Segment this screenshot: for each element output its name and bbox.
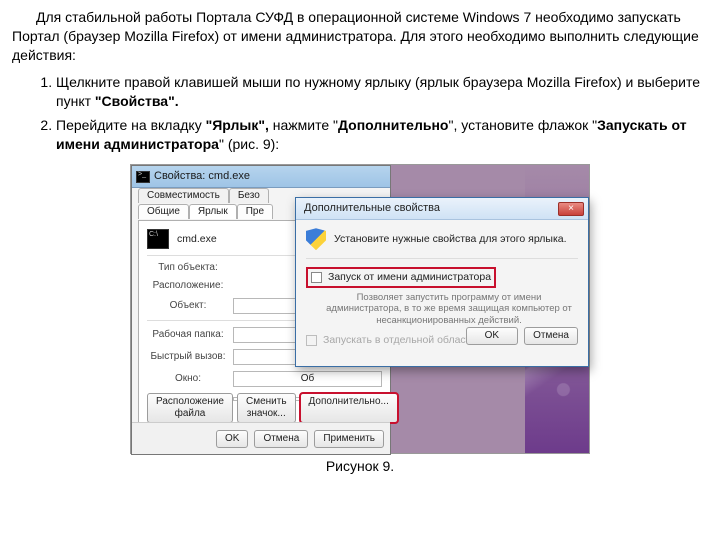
addl-ok-button[interactable]: OK: [466, 327, 518, 345]
open-location-button[interactable]: Расположение файла: [147, 393, 233, 423]
addl-titlebar[interactable]: Дополнительные свойства ×: [296, 198, 588, 220]
run-as-admin-checkbox[interactable]: [311, 272, 322, 283]
step-2: Перейдите на вкладку "Ярлык", нажмите "Д…: [56, 116, 708, 154]
figure-caption: Рисунок 9.: [12, 458, 708, 474]
step-2-c: нажмите ": [269, 117, 338, 133]
addl-cancel-button[interactable]: Отмена: [524, 327, 578, 345]
tab-compat[interactable]: Совместимость: [138, 188, 229, 203]
advanced-button[interactable]: Дополнительно...: [300, 393, 398, 423]
tab-shortcut[interactable]: Ярлык: [189, 204, 237, 219]
run-as-admin-row[interactable]: Запуск от имени администратора: [306, 267, 496, 288]
props-cancel-button[interactable]: Отмена: [254, 430, 308, 448]
step-list: Щелкните правой клавишей мыши по нужному…: [12, 73, 708, 155]
tab-security[interactable]: Безо: [229, 188, 269, 203]
addl-title-text: Дополнительные свойства: [304, 202, 440, 215]
separate-memory-checkbox: [306, 335, 317, 346]
addl-header-text: Установите нужные свойства для этого ярл…: [334, 233, 567, 246]
app-icon: [147, 229, 169, 249]
app-name: cmd.exe: [177, 233, 217, 246]
shield-icon: [306, 228, 326, 250]
properties-titlebar[interactable]: Свойства: cmd.exe: [132, 166, 390, 188]
window-select[interactable]: Об: [233, 371, 382, 387]
step-2-a: Перейдите на вкладку: [56, 117, 206, 133]
tab-prev[interactable]: Пре: [237, 204, 273, 219]
props-ok-button[interactable]: OK: [216, 430, 248, 448]
step-2-e: ", установите флажок ": [448, 117, 597, 133]
step-1: Щелкните правой клавишей мыши по нужному…: [56, 73, 708, 111]
target-label: Объект:: [147, 300, 229, 312]
run-as-admin-hint: Позволяет запустить программу от имени а…: [324, 292, 574, 326]
window-label: Окно:: [147, 373, 229, 385]
tab-general[interactable]: Общие: [138, 204, 189, 219]
step-2-g: " (рис. 9):: [219, 136, 279, 152]
step-1-bold: "Свойства".: [95, 93, 179, 109]
properties-title: Свойства: cmd.exe: [154, 170, 250, 183]
props-apply-button[interactable]: Применить: [314, 430, 384, 448]
step-2-d: Дополнительно: [338, 117, 448, 133]
properties-footer: OK Отмена Применить: [132, 422, 390, 454]
location-label: Расположение:: [147, 280, 229, 292]
run-as-admin-label: Запуск от имени администратора: [328, 271, 491, 284]
step-2-b: "Ярлык",: [206, 117, 269, 133]
intro-paragraph: Для стабильной работы Портала СУФД в опе…: [12, 8, 708, 65]
cmd-icon: [136, 171, 150, 183]
change-icon-button[interactable]: Сменить значок...: [237, 393, 296, 423]
hotkey-label: Быстрый вызов:: [147, 351, 229, 363]
workdir-label: Рабочая папка:: [147, 329, 229, 341]
screenshot-figure: Свойства: cmd.exe Совместимость Безо Общ…: [130, 164, 590, 454]
type-label: Тип объекта:: [147, 262, 229, 274]
additional-properties-dialog: Дополнительные свойства × Установите нуж…: [295, 197, 589, 367]
close-icon[interactable]: ×: [558, 202, 584, 216]
